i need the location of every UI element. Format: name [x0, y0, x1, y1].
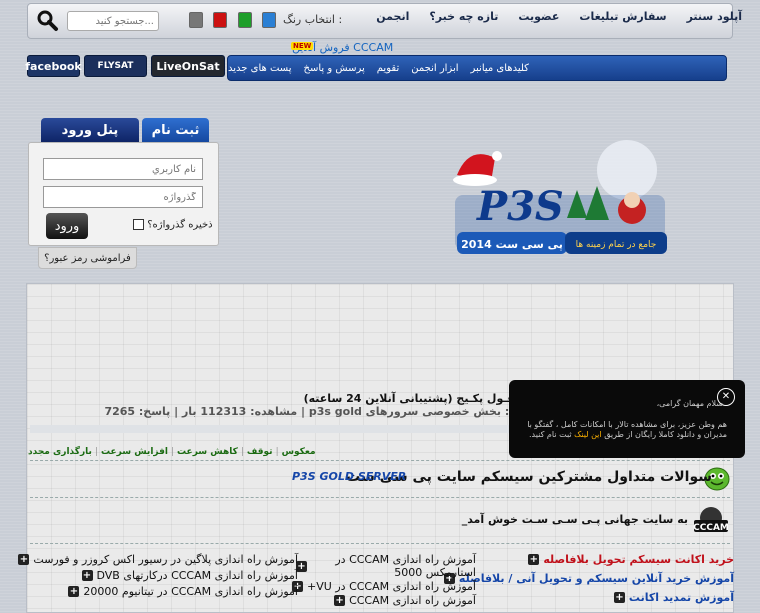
remember-me[interactable]: ذخیره گذرواژه؟ — [133, 219, 213, 231]
divider — [30, 460, 730, 462]
list-item[interactable]: آموزش راه اندازی CCCAM در تیتانیوم 20000… — [68, 585, 298, 598]
nav-forum[interactable]: انجمن — [376, 10, 409, 23]
color-swatch-gray[interactable] — [189, 12, 203, 28]
new-badge: NEW — [291, 42, 314, 50]
svg-text:P3S: P3S — [476, 183, 564, 230]
tool-slow-down[interactable]: کاهش سرعت — [177, 447, 238, 457]
list-item[interactable]: آموزش راه اندازی CCCAM + — [334, 594, 476, 607]
list-item[interactable]: آموزش راه اندازی CCCAM درکارتهای DVB + — [81, 569, 298, 582]
nav-shortcuts[interactable]: کلیدهای میانبر — [471, 63, 529, 74]
color-swatch-green[interactable] — [238, 12, 252, 28]
liveonsat-button[interactable]: LiveOnSat — [151, 55, 225, 77]
nav-whats-new[interactable]: تازه چه خبر؟ — [429, 10, 498, 23]
gold-server-text: P3S GOLD SERVER — [292, 470, 407, 483]
plus-icon: + — [613, 592, 625, 603]
list-item[interactable]: خرید اکانت سیسکم تحویل بلافاصله + — [528, 553, 734, 566]
tab-login[interactable]: پنل ورود — [41, 118, 139, 142]
tab-register[interactable]: ثبت نام — [142, 118, 209, 142]
login-button[interactable]: ورود — [46, 213, 88, 239]
svg-text:CCCAM: CCCAM — [693, 523, 729, 533]
gold-server-badge: P3S GOLD SERVER — [292, 470, 406, 483]
search-icon[interactable] — [34, 8, 60, 32]
nav-upload-center[interactable]: آپلود سنتر — [687, 10, 742, 23]
tool-reverse[interactable]: معکوس — [282, 447, 316, 457]
remember-checkbox[interactable] — [133, 219, 144, 230]
popup-body: هم وطن عزیز، برای مشاهده تالار با امکانا… — [527, 420, 727, 440]
svg-text:پی سی ست 2014: پی سی ست 2014 — [461, 238, 563, 251]
nav-register[interactable]: عضویت — [518, 10, 559, 23]
svg-text:جامع در تمام زمینه ها: جامع در تمام زمینه ها — [576, 240, 657, 250]
color-swatch-blue[interactable] — [262, 12, 276, 28]
list-item[interactable]: آموزش خرید آنلاین سیسکم و تحویل آنی / بل… — [443, 572, 734, 585]
marquee-tools: بارگذاری مجدد | افزایش سرعت | کاهش سرعت | ت… — [28, 447, 316, 457]
moon-icon — [597, 140, 657, 200]
popup-body-end: ثبت نام کنید. — [529, 430, 572, 439]
guest-welcome-popup: ✕ سلام مهمان گرامی، هم وطن عزیز، برای مش… — [509, 380, 745, 458]
top-nav: انجمن تازه چه خبر؟ عضویت سفارش تبلیغات آ… — [376, 10, 742, 23]
plus-icon: + — [81, 570, 93, 581]
popup-register-link[interactable]: این لینک — [574, 430, 602, 439]
plus-icon: + — [528, 554, 540, 565]
thread-title[interactable]: های فـول پکـیج (پشتیبانی آنلاین 24 ساعته… — [304, 392, 540, 405]
list-item[interactable]: آموزش راه اندازی CCCAM در VU+ + — [292, 580, 476, 593]
tool-reload[interactable]: بارگذاری مجدد — [28, 447, 92, 457]
cccam-icon: CCCAM — [693, 507, 729, 533]
list-item[interactable]: آموزش راه اندازی CCCAM در استارمکس 5000 + — [296, 553, 476, 579]
plus-icon: + — [68, 586, 80, 597]
thread-meta: مکان: بخش خصوصی سرورهای p3s gold | مشاهد… — [104, 405, 536, 418]
tool-pause[interactable]: توقف — [247, 447, 273, 457]
divider — [30, 497, 730, 499]
main-nav: پست های جدید پرسش و پاسخ تقویم ابزار انج… — [227, 55, 727, 81]
tool-speed-up[interactable]: افزایش سرعت — [101, 447, 168, 457]
nav-forum-tools[interactable]: ابزار انجمن — [411, 63, 458, 74]
site-logo: P3S پی سی ست 2014 جامع در تمام زمینه ها — [453, 140, 667, 254]
nav-new-posts[interactable]: پست های جدید — [228, 63, 292, 74]
search-input[interactable] — [67, 11, 159, 31]
nav-qa[interactable]: پرسش و پاسخ — [304, 63, 365, 74]
color-select-label: انتخاب رنگ : — [283, 13, 343, 26]
username-field[interactable] — [43, 158, 203, 180]
list-item[interactable]: آموزش راه اندازی پلاگین در رسیور اکس کرو… — [18, 553, 298, 566]
plus-icon: + — [18, 554, 30, 565]
divider — [30, 543, 730, 545]
nav-calendar[interactable]: تقویم — [377, 63, 399, 74]
flysat-button[interactable]: FLYSAT — [84, 55, 147, 77]
password-field[interactable] — [43, 186, 203, 208]
plus-icon: + — [334, 595, 346, 606]
nav-advertise[interactable]: سفارش تبلیغات — [579, 10, 666, 23]
facebook-button[interactable]: facebook — [25, 55, 82, 77]
popup-greeting: سلام مهمان گرامی، — [656, 399, 723, 408]
remember-label: ذخیره گذرواژه؟ — [147, 219, 213, 231]
list-item[interactable]: آموزش تمدید اکانت + — [613, 591, 734, 604]
welcome-text: به سایت جهانی پـی سـی سـت خوش آمد_ — [461, 513, 688, 526]
color-swatch-red[interactable] — [213, 12, 227, 28]
forgot-password-link[interactable]: فراموشی رمز عبور؟ — [38, 247, 137, 269]
